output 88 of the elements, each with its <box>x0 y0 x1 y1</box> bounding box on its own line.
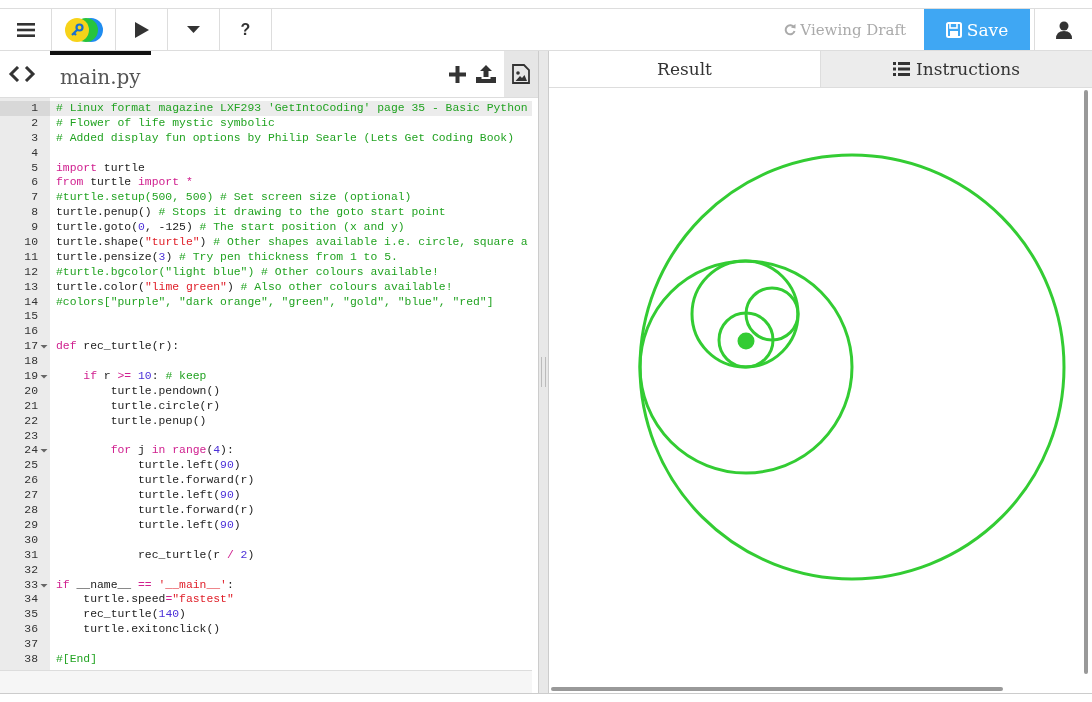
code-line: turtle.left(90) <box>137 458 241 474</box>
horizontal-scrollbar[interactable] <box>551 687 1003 691</box>
code-line: if r >= 10: # keep <box>82 369 207 384</box>
code-line: #colors["purple", "dark orange", "green", "gold", "blue", "red"] <box>55 294 494 310</box>
splitter-handle[interactable] <box>539 51 549 693</box>
line-number: 35 <box>24 607 38 623</box>
image-icon <box>512 64 530 84</box>
code-line: turtle.pensize(3) # Try pen thickness from 1 to 5. <box>55 249 398 265</box>
code-line: turtle.forward(r) <box>137 503 255 518</box>
code-line: for j in range(4): <box>109 443 234 459</box>
line-number: 14 <box>24 294 38 310</box>
line-number: 19 <box>24 369 38 384</box>
line-number: 8 <box>31 205 38 221</box>
code-line: import turtle <box>55 160 145 176</box>
code-line: turtle.goto(0, -125) # The start position (x and y) <box>55 220 405 235</box>
code-line: # Linux format magazine LXF293 'GetIntoCoding' page 35 - Basic Python <box>55 101 528 116</box>
code-line: turtle.circle(r) <box>109 398 221 414</box>
upload-icon <box>476 65 496 83</box>
code-line: rec_turtle(140) <box>82 607 186 623</box>
upload-button[interactable] <box>474 63 498 85</box>
code-line: #[End] <box>55 651 97 667</box>
code-line: #turtle.bgcolor("light blue") # Other colours available! <box>55 264 439 280</box>
code-line: turtle.color("lime green") # Also other colours available! <box>55 279 453 295</box>
line-number: 28 <box>24 503 38 518</box>
code-line: turtle.pendown() <box>109 383 221 399</box>
add-file-button[interactable] <box>447 63 468 85</box>
line-number: 30 <box>24 532 38 548</box>
line-number: 12 <box>24 264 38 280</box>
code-line: turtle.penup() <box>109 413 207 429</box>
code-line: turtle.forward(r) <box>137 473 255 489</box>
line-number: 13 <box>24 279 38 295</box>
chevron-left-icon[interactable] <box>8 66 20 82</box>
line-number: 17 <box>24 339 38 355</box>
code-line: def rec_turtle(r): <box>55 339 180 355</box>
line-number: 24 <box>24 443 38 459</box>
save-icon <box>945 21 962 38</box>
line-number: 33 <box>24 577 38 593</box>
line-number: 11 <box>24 249 38 265</box>
line-number: 18 <box>24 354 38 370</box>
line-number: 32 <box>24 562 38 578</box>
code-line: turtle.left(90) <box>137 488 241 504</box>
line-number: 29 <box>24 517 38 533</box>
output-tab[interactable]: Instructions <box>820 51 1092 87</box>
line-number: 21 <box>24 398 38 414</box>
chevron-right-icon[interactable] <box>24 66 36 82</box>
play-icon <box>133 20 150 39</box>
code-line: turtle.shape("turtle") # Other shapes available i.e. circle, square a <box>55 235 528 250</box>
caret-icon <box>187 26 200 33</box>
logo-icon <box>63 16 104 43</box>
code-line: turtle.exitonclick() <box>82 622 221 638</box>
line-number: 10 <box>24 235 38 250</box>
refresh-icon <box>784 23 797 36</box>
line-number: 7 <box>31 190 38 206</box>
vertical-scrollbar[interactable] <box>1084 90 1088 674</box>
menu-icon <box>16 22 35 37</box>
code-line: rec_turtle(r / 2) <box>137 547 255 563</box>
list-icon <box>893 62 910 76</box>
image-button[interactable] <box>504 51 538 97</box>
code-line: turtle.speed="fastest" <box>82 592 234 608</box>
line-number: 15 <box>24 309 38 325</box>
code-line: #turtle.setup(500, 500) # Set screen size (optional) <box>55 190 412 206</box>
line-number: 26 <box>24 473 38 489</box>
line-number: 34 <box>24 592 38 608</box>
code-line: if __name__ == '__main__': <box>55 577 234 593</box>
code-line: # Added display fun options by Philip Searle (Lets Get Coding Book) <box>55 130 514 146</box>
code-line: # Flower of life mystic symbolic <box>55 115 275 131</box>
line-number: 36 <box>24 622 38 638</box>
line-number: 22 <box>24 413 38 429</box>
line-number: 5 <box>31 160 38 176</box>
line-number: 3 <box>31 130 38 146</box>
line-number: 23 <box>24 428 38 444</box>
line-number: 2 <box>31 115 38 131</box>
line-number: 38 <box>24 651 38 667</box>
line-number: 27 <box>24 488 38 504</box>
line-number: 25 <box>24 458 38 474</box>
line-number: 4 <box>31 145 38 161</box>
line-number: 1 <box>31 101 38 116</box>
line-number: 6 <box>31 175 38 191</box>
line-number: 20 <box>24 383 38 399</box>
line-number: 37 <box>24 637 38 652</box>
plus-icon <box>449 65 466 83</box>
code-line: from turtle import * <box>55 175 193 191</box>
code-line: turtle.left(90) <box>137 517 241 533</box>
code-line: turtle.penup() # Stops it drawing to the goto start point <box>55 205 446 221</box>
line-number: 16 <box>24 324 38 340</box>
user-icon <box>1055 20 1072 39</box>
line-number: 9 <box>31 220 38 235</box>
line-number: 31 <box>24 547 38 563</box>
